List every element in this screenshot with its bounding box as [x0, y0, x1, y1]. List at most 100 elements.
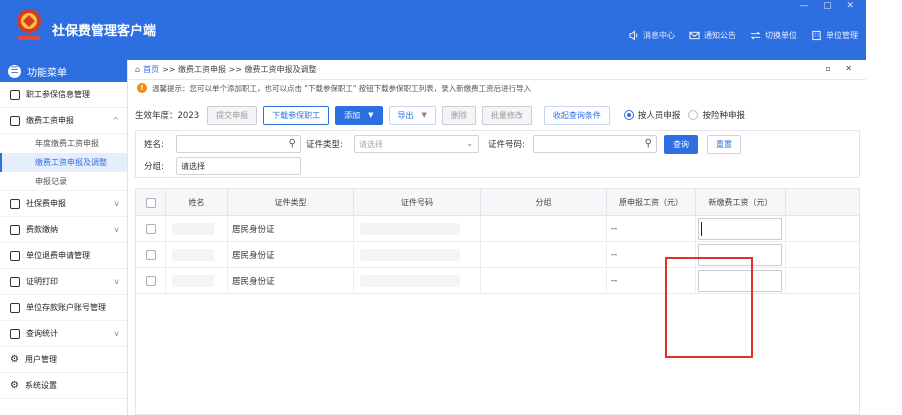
sidebar-item-social-declaration[interactable]: 社保费申报 v — [0, 191, 127, 217]
new-wage-input[interactable] — [698, 244, 782, 266]
name-value — [172, 275, 214, 287]
main-content: ⌂ 首页 >> 缴费工资申报 >> 缴费工资申报及调整 ▫ ✕ ! 温馨提示：您… — [129, 60, 866, 415]
wallet-icon — [10, 224, 20, 235]
name-value — [172, 249, 214, 261]
window-controls[interactable]: — ▢ ✕ — [799, 1, 860, 11]
collapse-filters-button[interactable]: 收起查询条件 — [543, 105, 610, 125]
export-label: 导出 — [397, 110, 414, 120]
col-old-wage: 原申报工资（元） — [607, 189, 696, 216]
chevron-down-icon: ▼ — [421, 111, 427, 119]
radio-label: 按险种申报 — [702, 111, 745, 121]
col-id-type: 证件类型 — [228, 189, 354, 216]
app-title: 社保费管理客户端 — [52, 24, 157, 39]
sidebar-item-label: 单位存款账户账号管理 — [26, 303, 106, 312]
group-cell — [481, 216, 607, 242]
new-wage-input[interactable] — [698, 218, 782, 240]
sidebar-item-wage-declaration[interactable]: 缴费工资申报 ^ — [0, 108, 127, 134]
name-input[interactable]: ⚲ — [176, 135, 301, 153]
sidebar-subitem-annual-wage[interactable]: 年度缴费工资申报 — [0, 134, 127, 153]
old-wage-cell: -- — [607, 242, 696, 268]
delete-button[interactable]: 删除 — [441, 105, 476, 125]
submit-button[interactable]: 提交申报 — [207, 105, 258, 125]
sidebar-item-user-management[interactable]: ⚙ 用户管理 — [0, 347, 127, 373]
sidebar-item-label: 社保费申报 — [26, 199, 66, 208]
chevron-up-icon: ^ — [112, 116, 119, 125]
tab-controls[interactable]: ▫ ✕ — [825, 64, 858, 73]
group-select[interactable]: 请选择 — [176, 157, 301, 175]
name-value — [172, 223, 214, 235]
menu-icon: ☰ — [8, 64, 21, 78]
new-wage-input[interactable] — [698, 270, 782, 292]
account-icon — [10, 302, 20, 313]
sidebar-subitem-wage-adjust[interactable]: 缴费工资申报及调整 — [0, 153, 127, 172]
unit-management-button[interactable]: 单位管理 — [811, 30, 858, 41]
col-new-wage: 新缴费工资（元） — [696, 189, 786, 216]
sidebar-item-label: 单位退费申请管理 — [26, 251, 90, 260]
group-value: 请选择 — [181, 161, 205, 171]
row-checkbox[interactable] — [145, 276, 156, 286]
id-number-input[interactable]: ⚲ — [533, 135, 657, 153]
toolbar: 生效年度：2023 提交申报 下载参保职工 添加 ▼ 导出 ▼ 删除 批量修改 收起… — [129, 103, 866, 127]
sidebar-item-payment[interactable]: 费款缴纳 v — [0, 217, 127, 243]
switch-unit-button[interactable]: 切换单位 — [750, 30, 797, 41]
breadcrumb-home-link[interactable]: 首页 — [143, 64, 159, 75]
notice-label: 通知公告 — [704, 31, 736, 40]
group-cell — [481, 268, 607, 294]
id-number-value — [360, 249, 460, 261]
search-icon: ⚲ — [644, 138, 652, 149]
menu-header: ☰ 功能菜单 — [0, 60, 127, 82]
row-select-cell — [136, 242, 166, 268]
query-button[interactable]: 查询 — [664, 135, 698, 154]
mail-icon — [689, 31, 700, 40]
export-button[interactable]: 导出 ▼ — [388, 105, 436, 125]
radio-by-person[interactable]: 按人员申报 — [623, 109, 680, 121]
id-type-select[interactable]: 请选择 ⌄ — [354, 135, 479, 153]
add-button[interactable]: 添加 ▼ — [335, 105, 383, 125]
reset-button[interactable]: 重置 — [707, 135, 741, 154]
unit-management-label: 单位管理 — [826, 31, 858, 40]
table-row: 居民身份证 -- — [136, 216, 859, 242]
select-all-cell — [136, 189, 166, 216]
gear-icon: ⚙ — [10, 354, 19, 365]
id-number-value — [360, 223, 460, 235]
title-bar: 社保费管理客户端 — ▢ ✕ 消息中心 通知公告 切换单位 单位管理 — [0, 0, 866, 60]
row-checkbox[interactable] — [145, 224, 156, 234]
id-type-cell: 居民身份证 — [228, 216, 354, 242]
download-employees-button[interactable]: 下载参保职工 — [263, 105, 330, 125]
new-wage-cell — [696, 242, 786, 268]
info-icon: ! — [137, 83, 147, 93]
speaker-icon — [629, 30, 638, 41]
sidebar-item-query-stats[interactable]: 查询统计 v — [0, 321, 127, 347]
print-icon — [10, 276, 20, 287]
id-number-label: 证件号码: — [488, 140, 525, 150]
sidebar-subitem-records[interactable]: 申报记录 — [0, 172, 127, 191]
select-all-checkbox[interactable] — [145, 197, 156, 208]
sidebar-item-employee-info[interactable]: 职工参保信息管理 — [0, 82, 127, 108]
sidebar-item-system-settings[interactable]: ⚙ 系统设置 — [0, 373, 127, 399]
id-number-value — [360, 275, 460, 287]
radio-by-insurance[interactable]: 按险种申报 — [688, 109, 745, 121]
sidebar-item-deposit-account[interactable]: 单位存款账户账号管理 — [0, 295, 127, 321]
breadcrumb-path: >> 缴费工资申报 >> 缴费工资申报及调整 — [162, 65, 317, 74]
sidebar-item-label: 用户管理 — [24, 355, 57, 364]
app-window: 社保费管理客户端 — ▢ ✕ 消息中心 通知公告 切换单位 单位管理 ☰ 功能菜… — [0, 0, 866, 415]
batch-edit-button[interactable]: 批量修改 — [481, 105, 532, 125]
chevron-down-icon: v — [114, 277, 119, 286]
sidebar-item-label: 费款缴纳 — [26, 225, 58, 234]
id-number-cell — [354, 242, 481, 268]
calendar-icon — [10, 198, 20, 209]
chevron-down-icon: v — [114, 225, 119, 234]
message-center-button[interactable]: 消息中心 — [628, 30, 675, 41]
emblem-logo — [17, 9, 41, 40]
group-cell — [481, 242, 607, 268]
sidebar: ☰ 功能菜单 职工参保信息管理 缴费工资申报 ^ 年度缴费工资申报 缴费工资申报… — [0, 60, 128, 415]
edit-icon — [10, 115, 20, 126]
row-select-cell — [136, 268, 166, 294]
top-actions: 消息中心 通知公告 切换单位 单位管理 — [628, 30, 858, 41]
radio-indicator — [623, 110, 634, 120]
sidebar-item-refund[interactable]: 单位退费申请管理 — [0, 243, 127, 269]
row-checkbox[interactable] — [145, 250, 156, 260]
notice-button[interactable]: 通知公告 — [689, 30, 736, 41]
sidebar-item-certificate-print[interactable]: 证明打印 v — [0, 269, 127, 295]
breadcrumb: ⌂ 首页 >> 缴费工资申报 >> 缴费工资申报及调整 ▫ ✕ — [129, 60, 866, 80]
